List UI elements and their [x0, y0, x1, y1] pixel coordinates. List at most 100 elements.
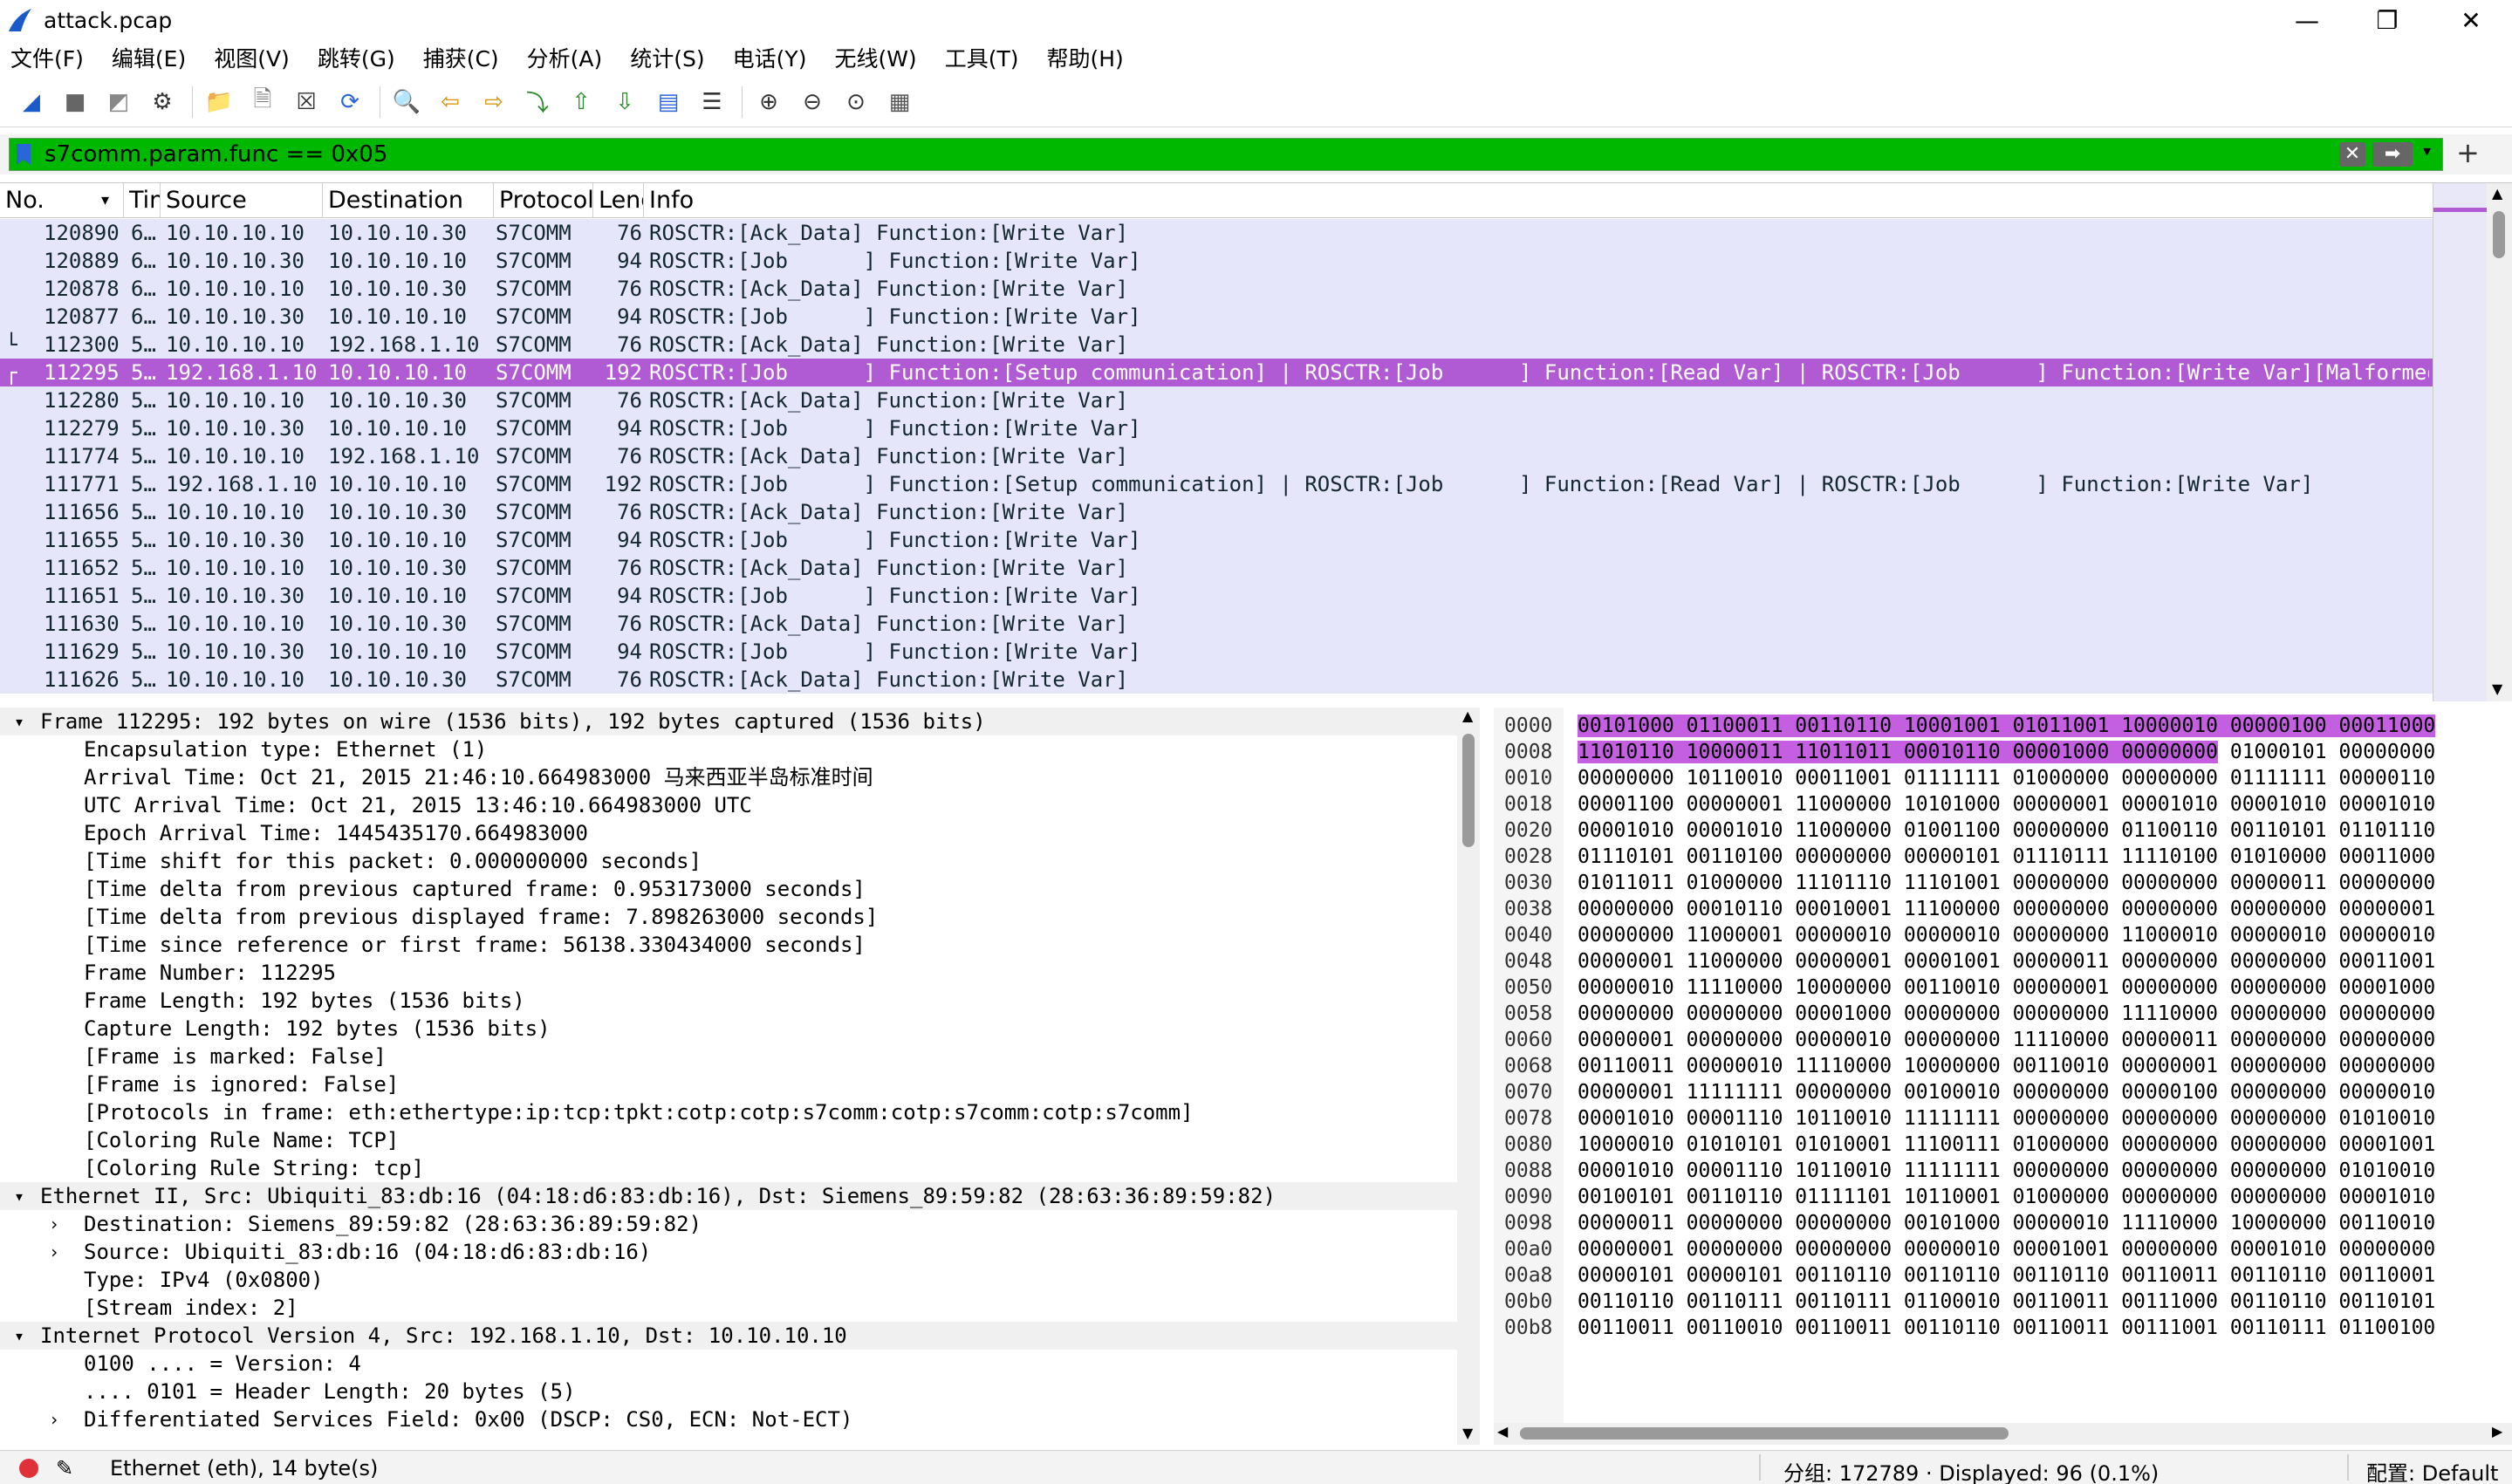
clear-filter-button[interactable]: ✕ — [2339, 142, 2365, 167]
byte-bits[interactable]: 00000000 — [2121, 767, 2218, 790]
byte-bits[interactable]: 00001010 — [1578, 1107, 1674, 1130]
menu-item-0[interactable]: 文件(F) — [10, 42, 84, 73]
detail-field[interactable]: Frame Number: 112295 — [0, 959, 1457, 987]
filter-history-dropdown[interactable]: ▾ — [2423, 142, 2431, 161]
byte-bits[interactable]: 10110010 — [1795, 1107, 1892, 1130]
packet-row[interactable]: 111629 5… 10.10.10.30 10.10.10.10 S7COMM 94 RO… — [0, 638, 2433, 666]
byte-bits[interactable]: 00001000 — [2338, 976, 2435, 999]
byte-bits[interactable]: 01100011 — [1686, 715, 1783, 737]
find-icon[interactable]: 🔍 — [389, 85, 424, 120]
byte-bits[interactable]: 00110110 — [2230, 1290, 2327, 1313]
detail-field[interactable]: 0100 .... = Version: 4 — [0, 1350, 1457, 1378]
byte-bits[interactable]: 00001000 — [1795, 1002, 1892, 1025]
packet-list-scrollbar[interactable]: ▲ ▼ — [2487, 183, 2512, 701]
byte-bits[interactable]: 00110010 — [2013, 1055, 2110, 1077]
byte-bits[interactable]: 00011001 — [2338, 950, 2435, 973]
restart-icon[interactable]: ◩ — [101, 85, 136, 120]
detail-field[interactable]: › Differentiated Services Field: 0x00 (DS… — [0, 1405, 1457, 1433]
byte-bits[interactable]: 01000000 — [2013, 1133, 2110, 1156]
open-folder-icon[interactable]: 📁 — [202, 85, 236, 120]
minimize-button[interactable]: — — [2267, 0, 2347, 40]
menu-item-10[interactable]: 帮助(H) — [1046, 42, 1123, 73]
byte-bits[interactable]: 00000011 — [2013, 950, 2110, 973]
details-scroll-up-icon[interactable]: ▲ — [1462, 708, 1473, 724]
byte-bits[interactable]: 00000101 — [1687, 1264, 1783, 1287]
byte-bits[interactable]: 00001010 — [1578, 819, 1674, 842]
byte-bits[interactable]: 00000001 — [1578, 1238, 1674, 1261]
packet-row[interactable]: 111656 5… 10.10.10.10 10.10.10.30 S7COMM 76 RO… — [0, 498, 2433, 526]
detail-section-header[interactable]: ▾ Internet Protocol Version 4, Src: 192.1… — [0, 1322, 1457, 1350]
byte-bits[interactable]: 01011001 — [2012, 715, 2110, 737]
byte-bits[interactable]: 00110110 — [1795, 715, 1893, 737]
byte-bits[interactable]: 00111001 — [2121, 1316, 2218, 1339]
byte-bits[interactable]: 00000010 — [1795, 924, 1892, 947]
byte-bits[interactable]: 00000000 — [1795, 845, 1892, 868]
packet-row[interactable]: 120877 6… 10.10.10.30 10.10.10.10 S7COMM 94 RO… — [0, 303, 2433, 331]
go-forward-icon[interactable]: ⇨ — [476, 85, 511, 120]
details-scrollbar[interactable]: ▲ ▼ — [1457, 708, 1480, 1445]
byte-bits[interactable]: 10000010 — [1578, 1133, 1674, 1156]
byte-bits[interactable]: 00000101 — [1578, 1264, 1674, 1287]
byte-bits[interactable]: 00001010 — [2338, 1186, 2435, 1208]
byte-bits[interactable]: 10110001 — [1904, 1186, 2001, 1208]
byte-bits[interactable]: 00110100 — [1687, 845, 1783, 868]
packet-row[interactable]: 112280 5… 10.10.10.10 10.10.10.30 S7COMM 76 RO… — [0, 386, 2433, 414]
detail-field[interactable]: [Time shift for this packet: 0.000000000… — [0, 847, 1457, 875]
byte-bits[interactable]: 00000010 — [1795, 1029, 1892, 1051]
byte-bits[interactable]: 00000000 — [1578, 1002, 1674, 1025]
byte-row[interactable]: 00000010 11110000 10000000 00110010 0000… — [1578, 975, 2435, 1001]
byte-bits[interactable]: 00000000 — [2230, 1002, 2327, 1025]
save-file-icon[interactable]: 🗎 — [245, 85, 280, 120]
byte-bits[interactable]: 00001010 — [1687, 819, 1783, 842]
byte-bits[interactable]: 00000110 — [2338, 767, 2435, 790]
colorize-icon[interactable]: ☰ — [695, 85, 729, 120]
byte-bits[interactable]: 00011000 — [2338, 715, 2436, 737]
byte-row[interactable]: 00000011 00000000 00000000 00101000 0000… — [1578, 1210, 2435, 1236]
byte-bits[interactable]: 00000000 — [1687, 1029, 1783, 1051]
byte-bits[interactable]: 00000011 — [2121, 1029, 2218, 1051]
detail-field[interactable]: [Time delta from previous captured frame… — [0, 875, 1457, 903]
byte-bits[interactable]: 01111111 — [2230, 767, 2327, 790]
byte-row[interactable]: 00000001 00000000 00000010 00000000 1111… — [1578, 1027, 2435, 1053]
byte-bits[interactable]: 00001010 — [2230, 1238, 2327, 1261]
byte-bits[interactable]: 00000011 — [1578, 1212, 1674, 1234]
collapsed-arrow-icon[interactable]: › — [44, 1405, 65, 1433]
details-scroll-thumb[interactable] — [1462, 734, 1475, 847]
column-header-time[interactable]: Tin — [124, 183, 161, 218]
byte-bits[interactable]: 11000010 — [2121, 924, 2218, 947]
byte-row[interactable]: 01011011 01000000 11101110 11101001 0000… — [1578, 870, 2435, 896]
byte-bits[interactable]: 00000000 — [1687, 1002, 1783, 1025]
byte-bits[interactable]: 00000000 — [2230, 950, 2327, 973]
byte-bits[interactable]: 11101001 — [1904, 872, 2001, 894]
byte-row[interactable]: 00110011 00110010 00110011 00110110 0011… — [1578, 1315, 2435, 1341]
byte-bits[interactable]: 00001001 — [2013, 1238, 2110, 1261]
byte-row[interactable]: 00000001 00000000 00000000 00000010 0000… — [1578, 1236, 2435, 1262]
byte-bits[interactable]: 00001010 — [1578, 1159, 1674, 1182]
go-back-icon[interactable]: ⇦ — [433, 85, 468, 120]
detail-field[interactable]: Frame Length: 192 bytes (1536 bits) — [0, 987, 1457, 1015]
byte-bits[interactable]: 00000001 — [2013, 793, 2110, 816]
byte-bits[interactable]: 00110011 — [1795, 1316, 1892, 1339]
byte-bits[interactable]: 11010110 — [1578, 741, 1674, 763]
byte-bits[interactable]: 00001100 — [1578, 793, 1674, 816]
byte-bits[interactable]: 00000000 — [1795, 1212, 1892, 1234]
detail-field[interactable]: › Source: Ubiquiti_83:db:16 (04:18:d6:83:… — [0, 1238, 1457, 1266]
byte-bits[interactable]: 10000011 — [1686, 741, 1783, 763]
byte-bits[interactable]: 00001010 — [2338, 793, 2435, 816]
byte-bits[interactable]: 00000010 — [1578, 976, 1674, 999]
byte-bits[interactable]: 00010110 — [1903, 741, 2001, 763]
byte-bits[interactable]: 00001010 — [2230, 793, 2327, 816]
bytes-scroll-right-icon[interactable]: ▶ — [2492, 1423, 2502, 1440]
collapsed-arrow-icon[interactable]: › — [44, 1238, 65, 1266]
byte-bits[interactable]: 00110110 — [1578, 1290, 1674, 1313]
byte-bits[interactable]: 01000101 — [2230, 741, 2327, 763]
detail-field[interactable]: UTC Arrival Time: Oct 21, 2015 13:46:10.… — [0, 791, 1457, 819]
byte-bits[interactable]: 00000100 — [2229, 715, 2327, 737]
byte-bits[interactable]: 00000000 — [2338, 1238, 2435, 1261]
scroll-up-icon[interactable]: ▲ — [2492, 185, 2502, 202]
menu-item-5[interactable]: 分析(A) — [527, 42, 603, 73]
packet-row[interactable]: 120889 6… 10.10.10.30 10.10.10.10 S7COMM 94 RO… — [0, 247, 2433, 275]
menu-item-6[interactable]: 统计(S) — [630, 42, 704, 73]
byte-bits[interactable]: 00000000 — [2230, 898, 2327, 920]
display-filter-input[interactable] — [44, 139, 2339, 170]
